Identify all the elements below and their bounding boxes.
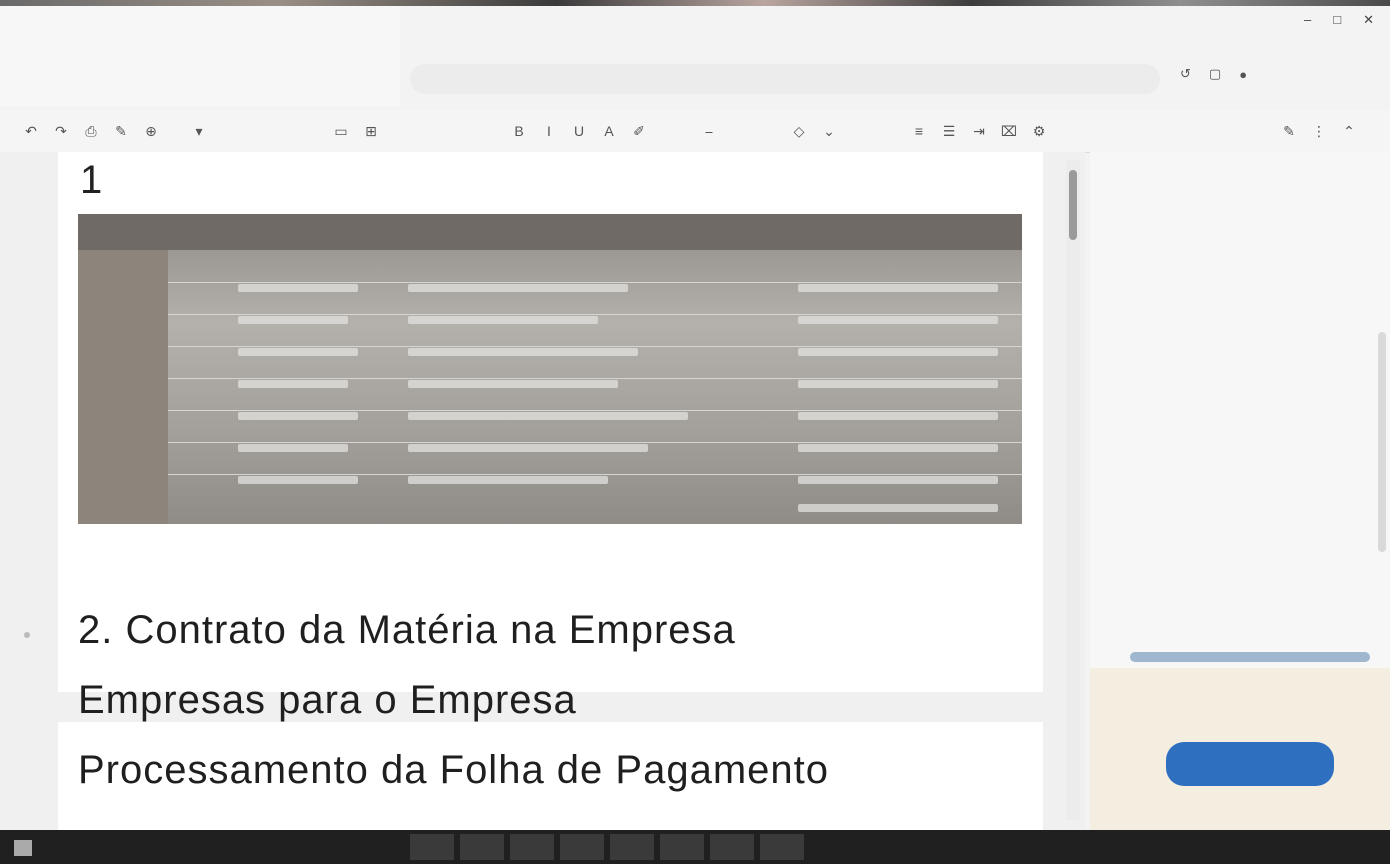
table-image-cell [238, 380, 348, 388]
start-icon[interactable] [14, 840, 32, 856]
right-sidebar [1090, 152, 1390, 830]
document-area[interactable]: 1 2. Contrato da Matéria na Empresa Empr… [0, 152, 1085, 830]
close-button[interactable]: ✕ [1363, 12, 1374, 28]
sidebar-scrollbar[interactable] [1378, 332, 1386, 552]
settings-icon[interactable]: ⚙ [1030, 122, 1048, 140]
italic-icon[interactable]: I [540, 122, 558, 140]
table-image-cell [408, 476, 608, 484]
heading-line-1: 2. Contrato da Matéria na Empresa [78, 608, 736, 652]
title-block [0, 6, 400, 106]
table-image-cell [408, 316, 598, 324]
table-image-side-column [78, 250, 168, 524]
taskbar-app-icon[interactable] [610, 834, 654, 860]
taskbar-app-icon[interactable] [710, 834, 754, 860]
promo-button[interactable] [1166, 742, 1334, 786]
align-left-icon[interactable]: ≡ [910, 122, 928, 140]
underline-icon[interactable]: U [570, 122, 588, 140]
collapse-icon[interactable]: ⌃ [1340, 122, 1358, 140]
page-number: 1 [80, 158, 103, 202]
table-image-row-line [168, 442, 1022, 443]
table-image-cell [408, 380, 618, 388]
table-image-cell [238, 476, 358, 484]
table-image-cell [238, 412, 358, 420]
taskbar-apps [410, 834, 804, 860]
account-icon[interactable]: ● [1239, 67, 1247, 82]
clear-format-icon[interactable]: ⌧ [1000, 122, 1018, 140]
insert-icon[interactable]: ⊞ [362, 122, 380, 140]
maximize-button[interactable]: □ [1333, 12, 1341, 28]
table-image-cell [238, 316, 348, 324]
ruler-marker [24, 632, 30, 638]
taskbar-app-icon[interactable] [660, 834, 704, 860]
undo-icon[interactable]: ↶ [22, 122, 40, 140]
list-icon[interactable]: ☰ [940, 122, 958, 140]
table-image-cell [408, 412, 688, 420]
history-icon[interactable]: ↺ [1180, 66, 1191, 82]
zoom-icon[interactable]: ⊕ [142, 122, 160, 140]
table-image-cell [408, 444, 648, 452]
table-image-cell [798, 284, 998, 292]
taskbar-app-icon[interactable] [510, 834, 554, 860]
document-scrollbar[interactable] [1066, 160, 1080, 820]
formatting-toolbar: ↶ ↷ ⎙ ✎ ⊕ ▾ ▭ ⊞ B I U A ✐ ⎯ ◇ ⌄ ≡ ☰ ⇥ ⌧ … [0, 110, 1390, 153]
heading-line-2: Empresas para o Empresa [78, 678, 577, 722]
paint-format-icon[interactable]: ✎ [112, 122, 130, 140]
table-image-row-line [168, 410, 1022, 411]
top-right-tools: ↺ ▢ ● [1180, 66, 1247, 82]
indent-icon[interactable]: ⇥ [970, 122, 988, 140]
table-image-cell [798, 412, 998, 420]
taskbar-app-icon[interactable] [760, 834, 804, 860]
taskbar-app-icon[interactable] [560, 834, 604, 860]
image-icon[interactable]: ◇ [790, 122, 808, 140]
comment-icon[interactable]: ▢ [1209, 66, 1221, 82]
more-icon[interactable]: ⋮ [1310, 122, 1328, 140]
chevron-down-icon[interactable]: ⌄ [820, 122, 838, 140]
search-bar[interactable] [410, 64, 1160, 94]
comment-tool-icon[interactable]: ▭ [332, 122, 350, 140]
print-icon[interactable]: ⎙ [82, 122, 100, 140]
minimize-button[interactable]: – [1304, 12, 1311, 28]
table-image-cell [798, 316, 998, 324]
embedded-table-image[interactable] [78, 214, 1022, 524]
font-color-icon[interactable]: A [600, 122, 618, 140]
link-icon[interactable]: ⎯ [700, 122, 718, 140]
taskbar [0, 830, 1390, 864]
table-image-row-line [168, 378, 1022, 379]
table-image-cell [408, 284, 628, 292]
select-icon[interactable]: ▾ [190, 122, 208, 140]
taskbar-app-icon[interactable] [460, 834, 504, 860]
table-image-cell [798, 504, 998, 512]
highlight-icon[interactable]: ✐ [630, 122, 648, 140]
table-image-cell [798, 476, 998, 484]
window-controls: – □ ✕ [1304, 12, 1374, 28]
table-image-row-line [168, 282, 1022, 283]
sidebar-progress-line [1130, 652, 1370, 662]
table-image-row-line [168, 314, 1022, 315]
scrollbar-thumb[interactable] [1069, 170, 1077, 240]
table-image-cell [798, 348, 998, 356]
sidebar-promo [1090, 668, 1390, 830]
table-image-cell [408, 348, 638, 356]
table-image-cell [798, 380, 998, 388]
redo-icon[interactable]: ↷ [52, 122, 70, 140]
table-image-cell [238, 284, 358, 292]
table-image-header [78, 214, 1022, 250]
table-image-row-line [168, 346, 1022, 347]
table-image-cell [798, 444, 998, 452]
table-image-row-line [168, 474, 1022, 475]
table-image-cell [238, 348, 358, 356]
heading-line-3: Processamento da Folha de Pagamento [78, 748, 829, 792]
table-image-cell [238, 444, 348, 452]
bold-icon[interactable]: B [510, 122, 528, 140]
pen-icon[interactable]: ✎ [1280, 122, 1298, 140]
taskbar-app-icon[interactable] [410, 834, 454, 860]
